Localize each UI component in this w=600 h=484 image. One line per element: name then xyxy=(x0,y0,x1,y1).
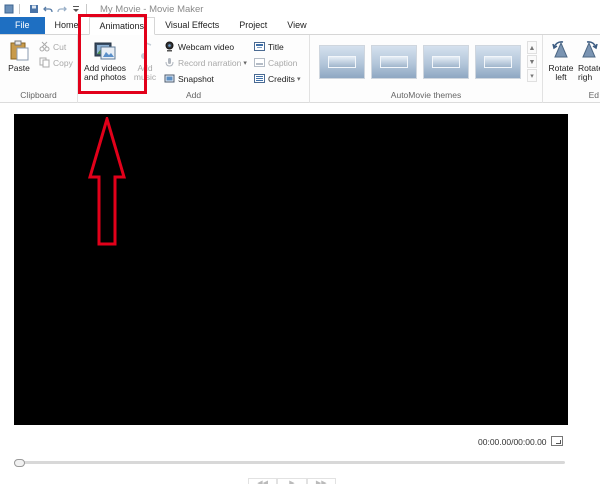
vertical-scrollbar[interactable] xyxy=(585,104,600,484)
playback-time: 00:00.00/00:00.00 xyxy=(478,437,547,447)
snapshot-button[interactable]: Snapshot xyxy=(164,73,214,84)
record-narration-label: Record narration xyxy=(178,57,242,68)
rotate-left-button[interactable]: Rotate left xyxy=(547,39,575,82)
title-button[interactable]: Title xyxy=(254,41,284,52)
title-label: Title xyxy=(268,41,284,52)
redo-icon[interactable] xyxy=(57,4,67,14)
cut-button[interactable]: Cut xyxy=(39,41,66,52)
editing-group-label: Ed xyxy=(588,90,599,100)
rotate-right-button[interactable]: Rotate righ xyxy=(578,39,600,82)
automovie-theme-thumbnail[interactable] xyxy=(319,45,365,79)
qat-separator-2 xyxy=(86,4,87,14)
rotate-right-label-line2: righ xyxy=(578,72,593,82)
rotate-right-icon xyxy=(578,39,600,61)
copy-label: Copy xyxy=(53,57,73,68)
qat-separator xyxy=(19,4,20,14)
annotation-highlight-box xyxy=(78,14,147,94)
record-narration-button[interactable]: Record narration ▾ xyxy=(164,57,247,68)
fullscreen-icon[interactable] xyxy=(551,436,563,446)
gallery-up-icon[interactable]: ▲ xyxy=(527,41,537,54)
webcam-video-button[interactable]: Webcam video xyxy=(164,41,234,52)
previous-frame-icon[interactable]: ◀◀ xyxy=(248,478,278,484)
microphone-icon xyxy=(164,57,175,68)
chevron-down-icon: ▾ xyxy=(296,75,301,83)
annotation-arrow-icon xyxy=(87,117,127,246)
credits-button[interactable]: Credits ▾ xyxy=(254,73,300,84)
title-icon xyxy=(254,41,265,52)
automovie-theme-thumbnail[interactable] xyxy=(371,45,417,79)
caption-icon xyxy=(254,57,265,68)
paste-icon xyxy=(8,39,30,61)
chevron-down-icon: ▾ xyxy=(243,59,247,67)
rotate-left-label-line2: left xyxy=(555,72,567,82)
next-frame-icon[interactable]: ▶▶ xyxy=(306,478,336,484)
theme-gallery-scroll: ▲ ▼ ▾ xyxy=(527,41,537,82)
transport-controls: ◀◀ ▶ ▶▶ xyxy=(248,478,336,484)
webcam-icon xyxy=(164,41,175,52)
credits-icon xyxy=(254,73,265,84)
window-title: My Movie - Movie Maker xyxy=(100,3,204,15)
credits-label: Credits xyxy=(268,73,295,84)
camera-icon xyxy=(164,73,175,84)
tab-view[interactable]: View xyxy=(277,17,316,34)
seek-thumb[interactable] xyxy=(14,459,25,467)
save-icon[interactable] xyxy=(29,4,39,14)
automovie-themes-label: AutoMovie themes xyxy=(390,90,462,100)
automovie-themes-group: ▲ ▼ ▾ AutoMovie themes xyxy=(310,35,543,103)
snapshot-label: Snapshot xyxy=(178,73,214,84)
cut-label: Cut xyxy=(53,41,67,52)
editing-group: Rotate left Rotate righ Ed xyxy=(543,35,600,103)
gallery-down-icon[interactable]: ▼ xyxy=(527,55,537,68)
copy-button[interactable]: Copy xyxy=(39,57,73,68)
app-icon xyxy=(4,4,14,14)
seek-bar[interactable] xyxy=(14,461,565,464)
tab-project[interactable]: Project xyxy=(229,17,277,34)
customize-qat-icon[interactable] xyxy=(71,4,81,14)
paste-button[interactable]: Paste xyxy=(4,39,34,73)
paste-label: Paste xyxy=(8,63,30,73)
webcam-video-label: Webcam video xyxy=(178,41,235,52)
tab-visual-effects[interactable]: Visual Effects xyxy=(155,17,229,34)
tab-file[interactable]: File xyxy=(0,17,45,34)
scissors-icon xyxy=(39,41,50,52)
gallery-more-icon[interactable]: ▾ xyxy=(527,69,537,82)
clipboard-group-label: Clipboard xyxy=(20,90,57,100)
caption-label: Caption xyxy=(268,57,298,68)
caption-button[interactable]: Caption xyxy=(254,57,297,68)
automovie-theme-thumbnail[interactable] xyxy=(475,45,521,79)
automovie-theme-thumbnail[interactable] xyxy=(423,45,469,79)
undo-icon[interactable] xyxy=(43,4,53,14)
clipboard-group: Paste Cut Copy Clipboard xyxy=(0,35,78,103)
copy-icon xyxy=(39,57,50,68)
play-icon[interactable]: ▶ xyxy=(277,478,307,484)
rotate-left-icon xyxy=(550,39,572,61)
